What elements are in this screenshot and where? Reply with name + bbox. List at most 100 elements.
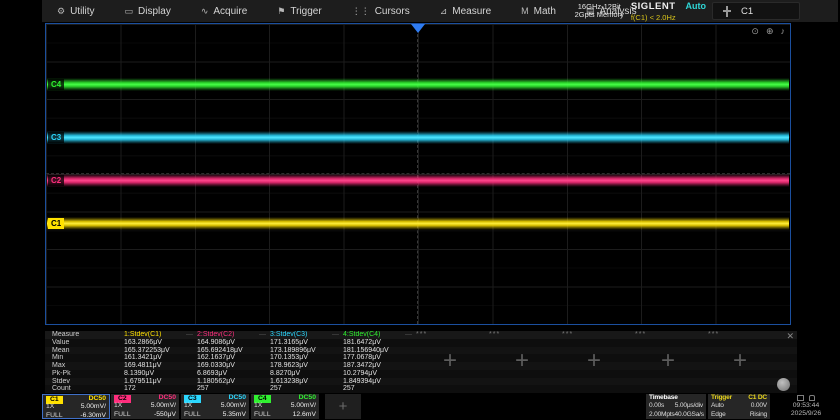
menu-measure[interactable]: ⊿ Measure [425,0,506,22]
value-c1: 163.2866μV [124,339,197,347]
measure-value-row: Value 163.2866μV 164.9086μV 171.3165μV 1… [45,339,797,347]
channel-label-c3[interactable]: C3 [48,132,64,143]
clock-date: 2025/9/26 [774,410,838,418]
camera-icon[interactable]: ⊙ [751,26,759,37]
acquisition-mode-badge[interactable]: Auto [686,1,707,11]
bandwidth-c4: FULL [254,411,271,419]
menu-trigger-label: Trigger [290,6,321,17]
waveform-trace-c1[interactable] [47,217,789,230]
panel-drag-handle[interactable] [777,378,790,391]
probe-c3: 1X [184,402,192,410]
count-c3: 257 [270,385,343,393]
trigger-source-box[interactable]: C1 [712,2,800,20]
waveform-trace-c4[interactable] [47,78,789,91]
menu-utility[interactable]: ⚙ Utility [42,0,110,22]
display-corner-toolbar: ⊙ ⊕ ♪ [751,26,785,37]
menu-display[interactable]: ▭ Display [110,0,186,22]
sound-icon[interactable]: ♪ [781,26,786,37]
bottom-status-bar: C1DC50 1X5.00mV/ FULL-6.30mV C2DC50 1X5.… [42,394,838,420]
row-label-mean: Mean [45,347,124,355]
channel-box-c1[interactable]: C1DC50 1X5.00mV/ FULL-6.30mV [42,394,110,419]
measure-col-empty-header: *** [489,331,562,339]
trigger-level-icon [723,6,731,17]
lock-icon [809,395,815,401]
gear-icon: ⚙ [57,6,65,17]
timebase-box[interactable]: Timebase 0.00s5.00μs/div 2.00Mpts40.0GSa… [646,394,706,419]
mean-c3: 173.189896μV [270,347,343,355]
waveform-trace-c2[interactable] [47,174,789,187]
waveform-display[interactable]: C4 C3 C2 C1 ⊙ ⊕ ♪ [45,23,791,325]
count-c2: 257 [197,385,270,393]
min-c4: 177.0678μV [343,354,416,362]
coupling-c3: DC50 [229,394,246,402]
trigger-frequency-readout: f(C1) < 2.0Hz [631,13,706,22]
trigger-position-marker[interactable] [411,24,425,33]
measure-col-header-c4-text: 4:Stdev(C4) [343,331,380,339]
menu-utility-label: Utility [70,6,94,17]
bandwidth-c1: FULL [46,412,63,420]
channel-box-c3[interactable]: C3DC50 1X5.00mV/ FULL5.35mV [181,394,249,419]
close-icon[interactable]: ✕ [786,331,794,341]
channel-box-c2[interactable]: C2DC50 1X5.00mV/ FULL-550μV [111,394,179,419]
measure-min-row: Min 161.3421μV 162.1637μV 170.1353μV 177… [45,354,797,362]
pkpk-c4: 10.2794μV [343,370,416,378]
menu-cursors-label: Cursors [375,6,410,17]
menu-cursors[interactable]: ⋮⋮ Cursors [337,0,425,22]
header-dash: — [259,331,266,339]
menu-acquire[interactable]: ∿ Acquire [186,0,262,22]
measure-pkpk-row: Pk-Pk 8.1390μV 6.8693μV 8.8270μV 10.2794… [45,370,797,378]
menu-trigger[interactable]: ⚑ Trigger [262,0,336,22]
measure-col-header-c4[interactable]: 4:Stdev(C4)— [343,331,416,339]
clock-box[interactable]: 09:53:44 2025/9/26 [774,394,838,419]
timebase-delay: 0.00s [649,402,664,410]
min-c1: 161.3421μV [124,354,197,362]
measure-stdev-row: Stdev 1.679511μV 1.180562μV 1.613238μV 1… [45,378,797,386]
coupling-c1: DC50 [89,395,106,403]
measure-col-header-c2-text: 2:Stdev(C2) [197,331,234,339]
add-channel-button[interactable]: + [325,394,361,419]
measure-row-label: Measure [45,331,124,339]
stdev-c2: 1.180562μV [197,378,270,386]
mean-c4: 181.156940μV [343,347,416,355]
mean-c1: 165.372253μV [124,347,197,355]
trigger-box[interactable]: TriggerC1 DC Auto0.00V EdgeRising [708,394,770,419]
math-icon: M [521,6,529,16]
channel-label-c2[interactable]: C2 [48,175,64,186]
channel-label-c1[interactable]: C1 [48,218,64,229]
network-icon [797,395,804,401]
measure-col-header-c1-text: 1:Stdev(C1) [124,331,161,339]
coupling-c2: DC50 [159,394,176,402]
value-c4: 181.6472μV [343,339,416,347]
row-label-max: Max [45,362,124,370]
add-measurement-button[interactable]: + [508,347,536,375]
bandwidth-c3: FULL [184,411,201,419]
add-measurement-button[interactable]: + [726,347,754,375]
menu-measure-label: Measure [452,6,491,17]
coupling-c4: DC50 [299,394,316,402]
move-icon[interactable]: ⊕ [766,26,774,37]
measure-col-header-c3[interactable]: 3:Stdev(C3)— [270,331,343,339]
add-measurement-button[interactable]: + [654,347,682,375]
max-c2: 169.0330μV [197,362,270,370]
trigger-flag-icon: ⚑ [277,6,285,17]
measure-icon: ⊿ [440,6,448,17]
waveform-trace-c3[interactable] [47,131,789,144]
scale-c2: 5.00mV/ [151,402,176,410]
max-c4: 187.3472μV [343,362,416,370]
measure-col-header-c2[interactable]: 2:Stdev(C2) — [197,331,270,339]
clock-time: 09:53:44 [774,402,838,410]
value-c3: 171.3165μV [270,339,343,347]
acquire-wave-icon: ∿ [201,6,209,17]
menu-math[interactable]: M Math [506,0,571,22]
channel-box-c4[interactable]: C4DC50 1X5.00mV/ FULL12.6mV [251,394,319,419]
scale-c4: 5.00mV/ [291,402,316,410]
add-measurement-button[interactable]: + [436,347,464,375]
add-measurement-button[interactable]: + [580,347,608,375]
oscilloscope-window: ⚙ Utility ▭ Display ∿ Acquire ⚑ Trigger … [42,0,838,420]
channel-label-c4[interactable]: C4 [48,79,64,90]
min-c2: 162.1637μV [197,354,270,362]
measure-col-header-c1[interactable]: 1:Stdev(C1)— [124,331,197,339]
offset-c3: 5.35mV [223,411,246,419]
trigger-title: Trigger [711,394,732,402]
menu-bar: ⚙ Utility ▭ Display ∿ Acquire ⚑ Trigger … [42,0,838,22]
